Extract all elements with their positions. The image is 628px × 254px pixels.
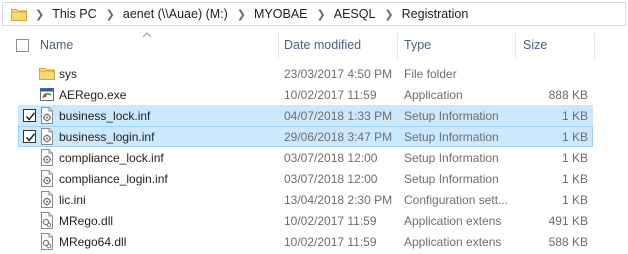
file-type: Application extens — [404, 235, 502, 249]
column-divider[interactable] — [515, 33, 516, 59]
file-type: Configuration sett... — [404, 193, 509, 207]
dll-icon — [39, 233, 55, 250]
setup-info-icon — [39, 128, 55, 145]
file-date: 03/07/2018 12:00 — [284, 151, 378, 165]
chevron-right-icon[interactable]: ❯ — [35, 8, 44, 21]
select-all-checkbox[interactable] — [16, 39, 29, 52]
file-size: 1 KB — [561, 172, 588, 186]
file-date: 23/03/2017 4:50 PM — [284, 67, 393, 81]
file-type: Application — [404, 88, 463, 102]
chevron-right-icon[interactable]: ❯ — [384, 8, 393, 21]
file-name: sys — [59, 67, 77, 81]
file-type: Setup Information — [404, 130, 499, 144]
dll-icon — [39, 212, 55, 229]
file-row[interactable]: business_login.inf 29/06/2018 3:47 PM Se… — [18, 126, 593, 147]
file-type: Setup Information — [404, 151, 499, 165]
file-size: 491 KB — [548, 214, 588, 228]
file-row[interactable]: AERego.exe 10/02/2017 11:59 Application … — [18, 84, 593, 105]
chevron-right-icon[interactable]: ❯ — [237, 8, 246, 21]
file-date: 10/02/2017 11:59 — [284, 214, 377, 228]
column-divider[interactable] — [397, 33, 398, 59]
column-size[interactable]: Size — [523, 38, 547, 52]
file-name: lic.ini — [59, 193, 86, 207]
chevron-right-icon[interactable]: ❯ — [317, 8, 326, 21]
breadcrumb-registration[interactable]: Registration — [402, 7, 469, 21]
file-row[interactable]: sys 23/03/2017 4:50 PM File folder — [18, 63, 593, 84]
file-date: 03/07/2018 12:00 — [284, 172, 378, 186]
breadcrumb-aesql[interactable]: AESQL — [334, 7, 376, 21]
row-checkbox[interactable] — [23, 130, 36, 143]
file-row[interactable]: MRego.dll 10/02/2017 11:59 Application e… — [18, 210, 593, 231]
file-row[interactable]: compliance_login.inf 03/07/2018 12:00 Se… — [18, 168, 593, 189]
file-size: 1 KB — [561, 193, 588, 207]
file-name: MRego64.dll — [59, 235, 127, 249]
config-settings-icon — [39, 191, 55, 208]
breadcrumb-myobae[interactable]: MYOBAE — [254, 7, 308, 21]
file-size: 588 KB — [548, 235, 588, 249]
row-checkbox[interactable] — [23, 109, 36, 122]
column-divider[interactable] — [278, 33, 279, 59]
breadcrumb-drive[interactable]: aenet (\\Auae) (M:) — [123, 7, 228, 21]
application-icon — [39, 86, 55, 103]
sort-ascending-icon — [142, 32, 152, 38]
column-divider[interactable] — [594, 33, 595, 59]
file-name: compliance_login.inf — [59, 172, 168, 186]
folder-icon — [39, 65, 55, 82]
address-bar[interactable]: ❯ This PC ❯ aenet (\\Auae) (M:) ❯ MYOBAE… — [2, 2, 626, 26]
file-type: Setup Information — [404, 172, 499, 186]
file-row[interactable]: business_lock.inf 04/07/2018 1:33 PM Set… — [18, 105, 593, 126]
file-type: Setup Information — [404, 109, 499, 123]
column-type[interactable]: Type — [404, 38, 431, 52]
column-date-modified[interactable]: Date modified — [284, 38, 361, 52]
file-date: 10/02/2017 11:59 — [284, 88, 377, 102]
setup-info-icon — [39, 107, 55, 124]
file-type: Application extens — [404, 214, 502, 228]
breadcrumb-this-pc[interactable]: This PC — [52, 7, 96, 21]
file-row[interactable]: lic.ini 13/04/2018 2:30 PM Configuration… — [18, 189, 593, 210]
file-date: 29/06/2018 3:47 PM — [284, 130, 393, 144]
column-name[interactable]: Name — [40, 38, 73, 52]
folder-icon — [11, 8, 27, 21]
file-row[interactable]: compliance_lock.inf 03/07/2018 12:00 Set… — [18, 147, 593, 168]
file-date: 04/07/2018 1:33 PM — [284, 109, 393, 123]
file-name: compliance_lock.inf — [59, 151, 164, 165]
file-type: File folder — [404, 67, 457, 81]
file-date: 10/02/2017 11:59 — [284, 235, 377, 249]
file-size: 888 KB — [548, 88, 588, 102]
file-name: business_lock.inf — [59, 109, 151, 123]
file-size: 1 KB — [561, 151, 588, 165]
file-name: MRego.dll — [59, 214, 114, 228]
chevron-right-icon[interactable]: ❯ — [106, 8, 115, 21]
setup-info-icon — [39, 170, 55, 187]
file-size: 1 KB — [561, 130, 588, 144]
file-name: business_login.inf — [59, 130, 155, 144]
column-header: Name Date modified Type Size — [0, 31, 628, 59]
file-date: 13/04/2018 2:30 PM — [284, 193, 393, 207]
file-name: AERego.exe — [59, 88, 127, 102]
setup-info-icon — [39, 149, 55, 166]
file-row[interactable]: MRego64.dll 10/02/2017 11:59 Application… — [18, 231, 593, 252]
file-size: 1 KB — [561, 109, 588, 123]
